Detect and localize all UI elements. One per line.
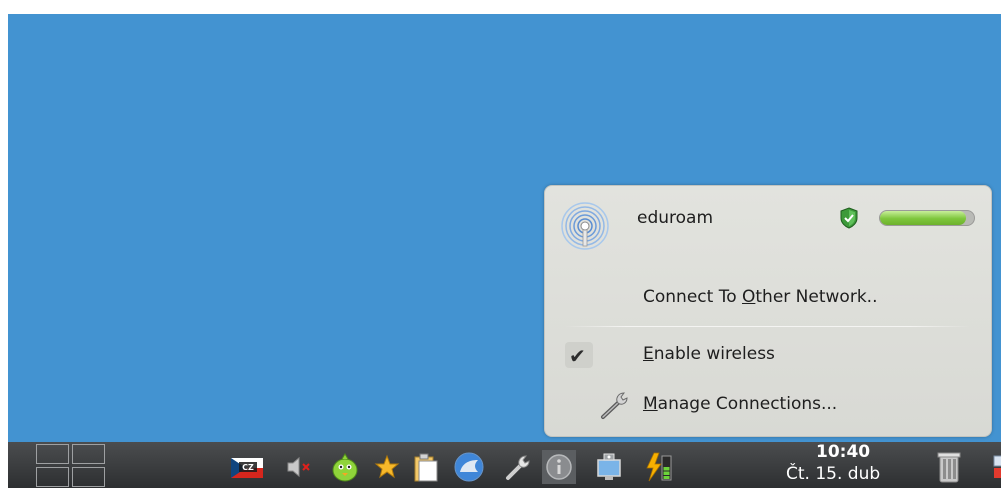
volume-muted-icon[interactable] (282, 450, 316, 484)
clock-time[interactable]: 10:40 (816, 442, 870, 462)
checkmark-icon: ✔ (569, 344, 586, 368)
messenger-bird-icon[interactable] (328, 450, 362, 484)
enable-wireless-accel: E (643, 344, 654, 364)
menu-divider (565, 326, 970, 327)
wireless-antenna-icon (561, 202, 609, 250)
enable-wireless-checkbox[interactable]: ✔ (565, 342, 593, 368)
clock-date[interactable]: Čt. 15. dub (786, 464, 880, 484)
keyboard-layout-label: CZ (242, 463, 254, 472)
desktop-pager[interactable] (36, 442, 108, 488)
network-name[interactable]: eduroam (637, 208, 713, 228)
taskbar: CZ 10:40 Čt. 15. dub (8, 442, 1001, 488)
manage-connections-suffix: anage Connections... (657, 394, 838, 414)
info-icon[interactable] (542, 450, 576, 484)
battery-power-icon[interactable] (642, 450, 676, 484)
wrench-icon (601, 392, 628, 419)
signal-strength-fill (880, 211, 967, 225)
network-monitor-icon[interactable] (592, 450, 626, 484)
clipboard-icon[interactable] (408, 450, 442, 484)
star-icon[interactable] (370, 450, 404, 484)
pager-desktop-1[interactable] (36, 444, 69, 464)
connect-other-network-item[interactable]: Connect To Other Network.. (643, 287, 877, 307)
connect-other-suffix: ther Network.. (755, 287, 878, 307)
manage-connections-item[interactable]: Manage Connections... (643, 394, 837, 414)
pager-desktop-4[interactable] (72, 467, 105, 487)
partial-tray-icon[interactable] (990, 450, 1001, 484)
wolf-globe-icon[interactable] (452, 450, 486, 484)
pager-desktop-3[interactable] (36, 467, 69, 487)
wrench-small-icon[interactable] (502, 450, 536, 484)
connect-other-accel: O (742, 287, 756, 307)
manage-connections-accel: M (643, 394, 658, 414)
signal-strength-bar (879, 210, 975, 226)
enable-wireless-item[interactable]: Enable wireless (643, 344, 775, 364)
network-popup: eduroam Connect To Other Network.. ✔ Ena… (544, 185, 992, 437)
trash-icon[interactable] (932, 450, 966, 484)
pager-desktop-2[interactable] (72, 444, 105, 464)
enable-wireless-suffix: nable wireless (653, 344, 775, 364)
security-shield-icon (840, 207, 858, 229)
connect-other-prefix: Connect To (643, 287, 742, 307)
cz-flag-icon[interactable]: CZ (230, 450, 264, 484)
